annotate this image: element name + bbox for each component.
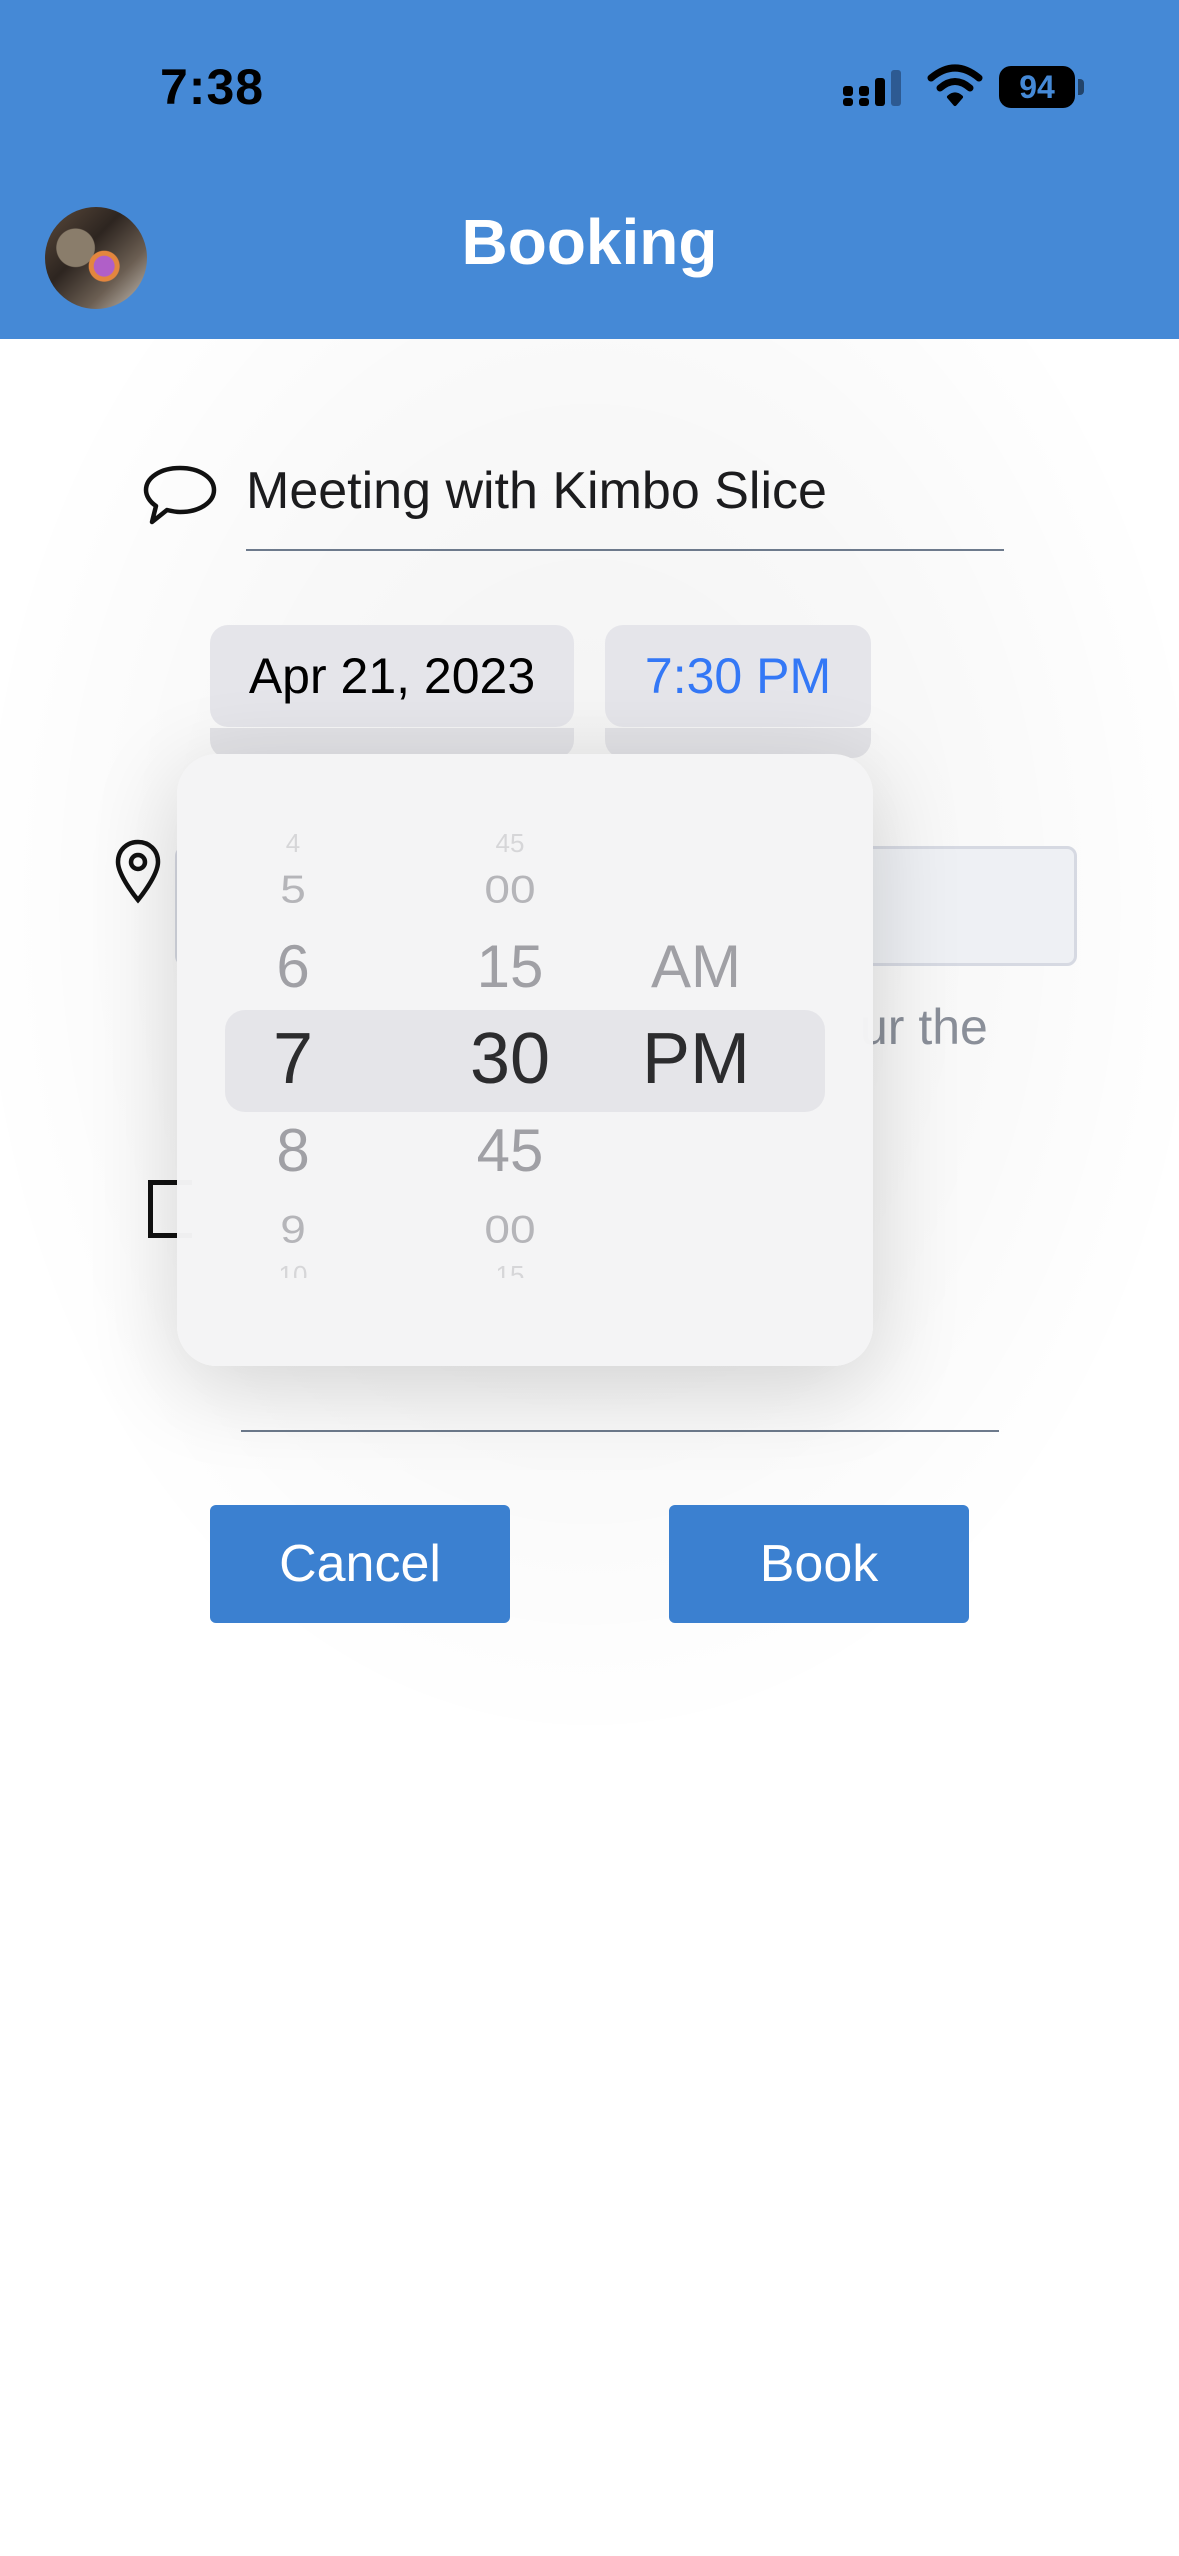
hour-option[interactable]: 5 <box>223 866 363 912</box>
date-button[interactable]: Apr 21, 2023 <box>210 625 574 727</box>
hour-option[interactable]: 6 <box>223 932 363 1001</box>
app-header: 7:38 94 Booking <box>0 0 1179 339</box>
location-pin-icon <box>115 839 161 904</box>
hour-option-selected[interactable]: 7 <box>223 1018 363 1100</box>
cancel-button[interactable]: Cancel <box>210 1505 510 1623</box>
period-wheel[interactable]: AM PM <box>626 754 766 1366</box>
hour-option[interactable]: 4 <box>223 834 363 860</box>
comment-icon <box>143 465 217 525</box>
notes-input-underline[interactable] <box>241 1430 999 1432</box>
status-icons: 94 <box>843 62 1084 114</box>
hour-option[interactable]: 8 <box>223 1116 363 1185</box>
signal-icon <box>843 70 901 106</box>
minute-option[interactable]: 00 <box>440 1206 580 1252</box>
book-button[interactable]: Book <box>669 1505 969 1623</box>
location-helper-text: ur the <box>860 999 988 1055</box>
minute-option-selected[interactable]: 30 <box>440 1018 580 1100</box>
period-option-selected[interactable]: PM <box>626 1018 766 1100</box>
title-input[interactable]: Meeting with Kimbo Slice <box>246 455 1004 551</box>
minute-wheel[interactable]: 45 00 15 30 45 00 15 <box>440 754 580 1366</box>
minute-option[interactable]: 00 <box>440 866 580 912</box>
minute-option[interactable]: 45 <box>440 1116 580 1185</box>
period-option[interactable]: AM <box>626 932 766 1001</box>
minute-option[interactable]: 15 <box>440 932 580 1001</box>
time-picker-popover[interactable]: 4 5 6 7 8 9 10 45 00 15 30 45 00 15 AM P… <box>177 754 873 1366</box>
battery-cap <box>1078 79 1084 95</box>
battery-icon: 94 <box>999 66 1075 108</box>
minute-option[interactable]: 15 <box>440 1262 580 1278</box>
minute-option[interactable]: 45 <box>440 834 580 860</box>
time-button[interactable]: 7:30 PM <box>605 625 871 727</box>
hour-option[interactable]: 10 <box>223 1262 363 1278</box>
page-title: Booking <box>461 206 718 278</box>
hour-option[interactable]: 9 <box>223 1206 363 1252</box>
status-time: 7:38 <box>160 59 265 115</box>
wifi-icon <box>927 64 983 106</box>
hour-wheel[interactable]: 4 5 6 7 8 9 10 <box>223 754 363 1366</box>
